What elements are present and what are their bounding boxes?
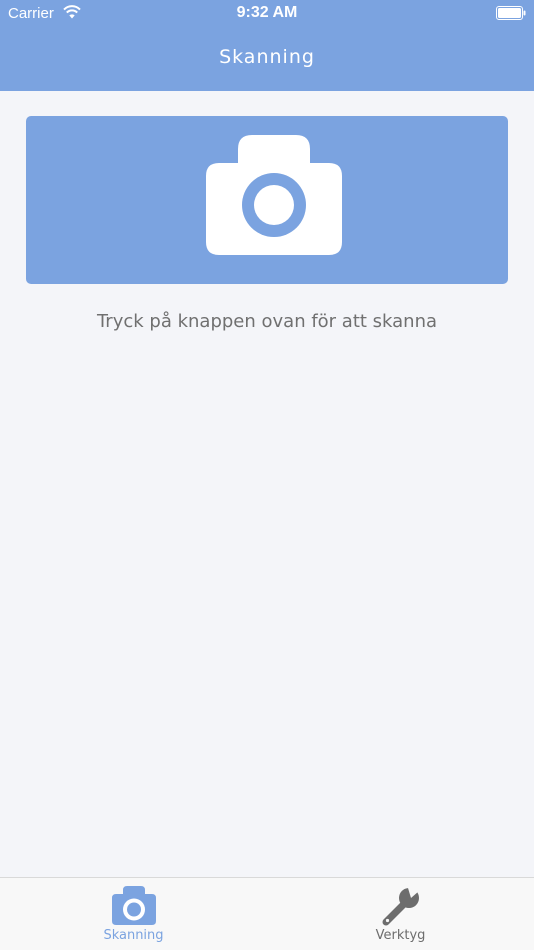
top-bar: Carrier 9:32 AM Skanning [0,0,534,91]
battery-icon [496,6,526,20]
scan-button[interactable] [26,116,508,284]
tab-label: Skanning [103,928,164,943]
status-bar: Carrier 9:32 AM [0,0,534,28]
page-title: Skanning [219,46,315,68]
tab-label: Verktyg [375,928,426,943]
tab-skanning[interactable]: Skanning [0,878,267,950]
camera-icon [206,135,342,255]
tab-bar: Skanning Verktyg [0,877,534,950]
camera-icon [112,886,156,925]
tab-verktyg[interactable]: Verktyg [267,878,534,950]
status-time: 9:32 AM [236,4,298,21]
wrench-icon [382,888,419,926]
scan-instruction: Tryck på knappen ovan för att skanna [96,311,438,332]
